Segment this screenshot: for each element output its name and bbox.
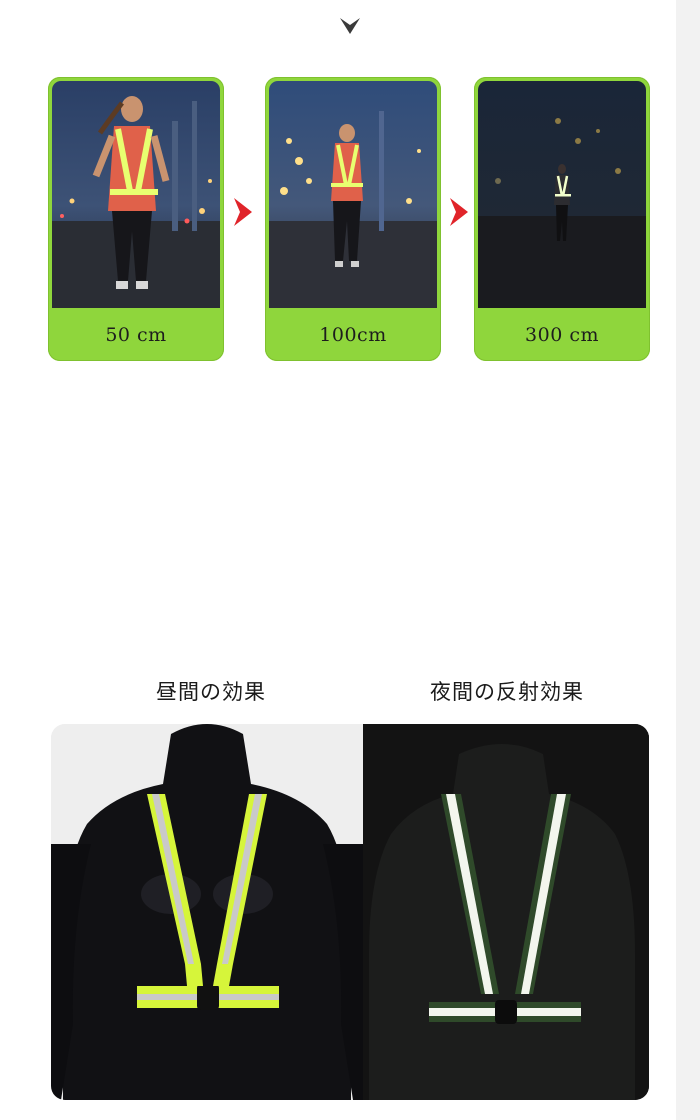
night-effect-title: 夜間の反射効果 xyxy=(430,680,584,704)
runner-photo-near xyxy=(52,81,220,308)
runner-photo-mid xyxy=(269,81,437,308)
page-edge-strip xyxy=(676,0,700,1120)
chevron-down-icon xyxy=(340,18,360,34)
distance-label: 100cm xyxy=(319,324,387,346)
distance-card-50cm: 50 cm xyxy=(48,77,224,361)
chevron-right-icon xyxy=(450,198,468,226)
nighttime-vest-photo xyxy=(363,724,649,1100)
distance-label: 50 cm xyxy=(105,324,167,346)
day-effect-title: 昼間の効果 xyxy=(156,680,266,704)
distance-card-300cm: 300 cm xyxy=(474,77,650,361)
distance-label: 300 cm xyxy=(525,324,599,346)
distance-card-100cm: 100cm xyxy=(265,77,441,361)
daytime-vest-photo xyxy=(51,724,363,1100)
runner-photo-far xyxy=(478,81,646,308)
chevron-right-icon xyxy=(234,198,252,226)
